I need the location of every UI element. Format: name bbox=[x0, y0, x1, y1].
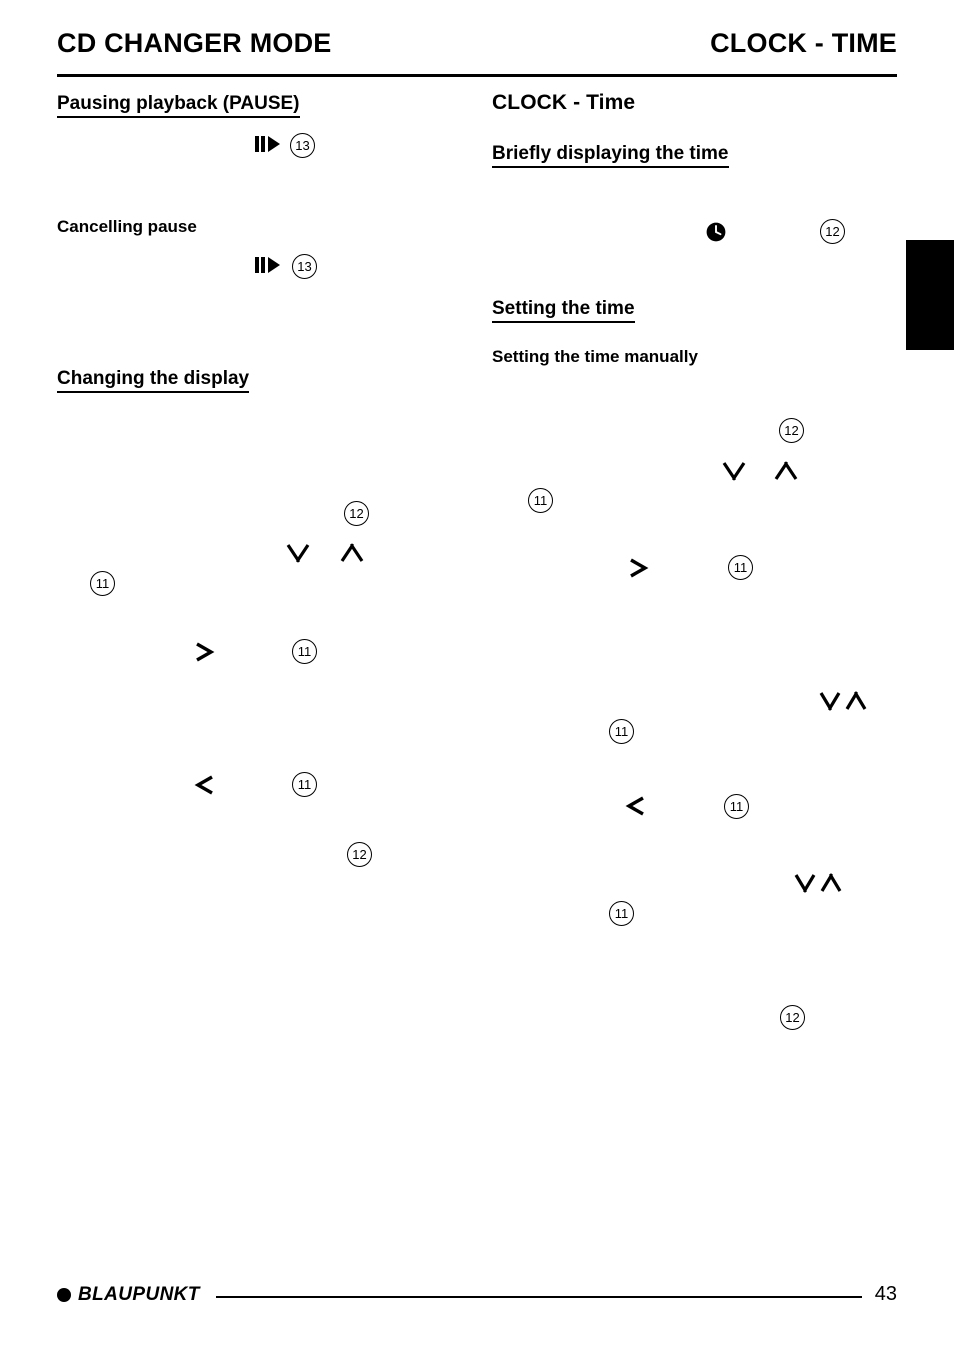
header-divider bbox=[57, 74, 897, 77]
right-column: CLOCK - Time Briefly displaying the time… bbox=[492, 88, 912, 1188]
heading-changing-the-display: Changing the display bbox=[57, 367, 250, 393]
pause-play-icon bbox=[255, 256, 281, 274]
callout-bubble-12a: 12 bbox=[344, 501, 369, 526]
left-column: Pausing playback (PAUSE) 13 Cancelling p… bbox=[57, 88, 457, 1188]
page-header: CD CHANGER MODE CLOCK - TIME bbox=[57, 28, 897, 76]
callout-bubble-12b: 12 bbox=[347, 842, 372, 867]
footer-divider bbox=[216, 1296, 862, 1298]
callout-bubble-12a: 12 bbox=[820, 219, 845, 244]
callout-bubble-13a: 13 bbox=[290, 133, 315, 158]
brand-logo: BLAUPUNKT bbox=[57, 1284, 200, 1306]
up-arrow-icon bbox=[773, 460, 799, 482]
left-chevron-icon bbox=[193, 773, 217, 797]
header-right-title: CLOCK - TIME bbox=[710, 28, 897, 58]
header-left-title: CD CHANGER MODE bbox=[57, 28, 332, 58]
brand-name: BLAUPUNKT bbox=[78, 1284, 200, 1305]
callout-bubble-12b: 12 bbox=[779, 418, 804, 443]
right-chevron-icon bbox=[626, 556, 650, 580]
brand-dot-icon bbox=[57, 1288, 71, 1302]
page: CD CHANGER MODE CLOCK - TIME Pausing pla… bbox=[0, 0, 954, 1349]
callout-bubble-11e: 11 bbox=[609, 901, 634, 926]
callout-bubble-11a: 11 bbox=[528, 488, 553, 513]
heading-pausing-playback: Pausing playback (PAUSE) bbox=[57, 92, 300, 118]
callout-bubble-11d: 11 bbox=[724, 794, 749, 819]
heading-cancelling-pause: Cancelling pause bbox=[57, 217, 197, 236]
heading-setting-the-time-manually: Setting the time manually bbox=[492, 347, 698, 366]
callout-bubble-13b: 13 bbox=[292, 254, 317, 279]
callout-bubble-11c: 11 bbox=[609, 719, 634, 744]
up-arrow-icon bbox=[339, 542, 365, 564]
clock-icon bbox=[705, 221, 727, 243]
callout-bubble-11b: 11 bbox=[728, 555, 753, 580]
heading-setting-the-time: Setting the time bbox=[492, 297, 635, 323]
heading-briefly-displaying-the-time: Briefly displaying the time bbox=[492, 142, 729, 168]
down-arrow-icon bbox=[721, 460, 747, 482]
left-chevron-icon bbox=[624, 794, 648, 818]
down-arrow-icon bbox=[285, 542, 311, 564]
callout-bubble-11c: 11 bbox=[292, 772, 317, 797]
heading-clock-time: CLOCK - Time bbox=[492, 91, 636, 114]
side-thumb-index-tab bbox=[906, 240, 954, 350]
right-chevron-icon bbox=[192, 640, 216, 664]
up-arrow-icon bbox=[819, 872, 843, 894]
up-arrow-icon bbox=[844, 690, 868, 712]
down-arrow-icon bbox=[793, 872, 817, 894]
callout-bubble-11a: 11 bbox=[90, 571, 115, 596]
pause-play-icon bbox=[255, 135, 281, 153]
callout-bubble-11b: 11 bbox=[292, 639, 317, 664]
down-arrow-icon bbox=[818, 690, 842, 712]
callout-bubble-12c: 12 bbox=[780, 1005, 805, 1030]
page-number: 43 bbox=[874, 1283, 897, 1305]
